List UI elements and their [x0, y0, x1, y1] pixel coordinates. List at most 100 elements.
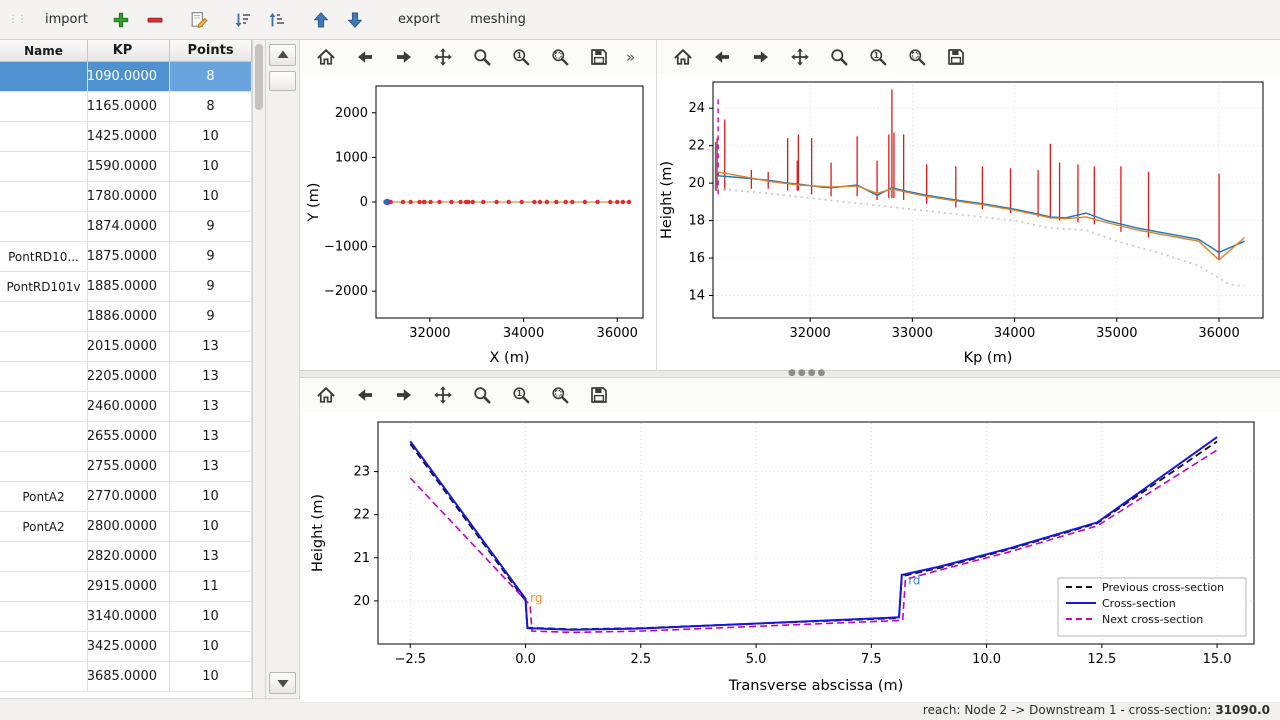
home-button[interactable] [312, 381, 340, 409]
table-cell: 10 [170, 182, 252, 211]
scroll-thumb[interactable] [269, 71, 296, 91]
zoom-button[interactable] [468, 43, 496, 71]
table-cell [0, 332, 88, 361]
zoom-button[interactable] [825, 43, 853, 71]
home-icon [673, 47, 693, 67]
pan-button[interactable] [429, 381, 457, 409]
save-button[interactable] [942, 43, 970, 71]
zoom-original-button[interactable]: 1 [507, 43, 535, 71]
table-row[interactable]: 32015.000013 [0, 332, 252, 362]
remove-button[interactable] [141, 6, 169, 34]
svg-text:1: 1 [874, 51, 879, 60]
x-axis-label: Kp (m) [964, 350, 1013, 366]
zoom-selection-button[interactable] [546, 43, 574, 71]
home-button[interactable] [669, 43, 697, 71]
cross-section-plot[interactable]: rgrd−2.50.02.55.07.510.012.515.020212223… [300, 412, 1280, 702]
svg-text:10.0: 10.0 [972, 652, 1001, 667]
cross-section-positions [408, 200, 412, 204]
table-cell: 13 [170, 362, 252, 391]
meshing-button[interactable]: meshing [459, 6, 537, 33]
move-up-button[interactable] [307, 6, 335, 34]
table-scrollbar[interactable] [252, 40, 266, 698]
svg-text:14: 14 [688, 289, 705, 304]
column-header-kp[interactable]: KP [88, 40, 170, 61]
home-button[interactable] [312, 43, 340, 71]
table-cell [0, 182, 88, 211]
cross-section-positions [494, 200, 498, 204]
table-cell [0, 422, 88, 451]
table-row[interactable]: 31590.000010 [0, 152, 252, 182]
scroll-down-button[interactable] [269, 672, 296, 694]
add-button[interactable] [107, 6, 135, 34]
table-row[interactable]: 31780.000010 [0, 182, 252, 212]
save-button[interactable] [585, 43, 613, 71]
cross-section-positions [554, 200, 558, 204]
zoom-original-button[interactable]: 1 [864, 43, 892, 71]
table-cell: 32770.0000 [88, 482, 170, 511]
back-button[interactable] [708, 43, 736, 71]
table-row[interactable]: 31425.000010 [0, 122, 252, 152]
zoom-selection-button[interactable] [546, 381, 574, 409]
toolbar-overflow-chevron[interactable]: » [626, 48, 635, 66]
column-header-name[interactable]: Name [0, 40, 88, 61]
edit-button[interactable] [185, 6, 213, 34]
table-row[interactable]: PontA232770.000010 [0, 482, 252, 512]
back-button[interactable] [351, 43, 379, 71]
table-header: NameKPPoints [0, 40, 252, 62]
table-cell: 13 [170, 332, 252, 361]
import-button[interactable]: import [34, 6, 99, 33]
table-row[interactable]: 32915.000011 [0, 572, 252, 602]
table-row[interactable]: 32820.000013 [0, 542, 252, 572]
home-icon [316, 47, 336, 67]
forward-button[interactable] [390, 43, 418, 71]
zoom-icon [472, 47, 492, 67]
table-row[interactable]: 31874.00009 [0, 212, 252, 242]
column-header-points[interactable]: Points [170, 40, 252, 61]
svg-text:5.0: 5.0 [746, 652, 767, 667]
sort-ascending-button[interactable] [263, 6, 291, 34]
svg-text:32000: 32000 [789, 326, 830, 341]
export-button[interactable]: export [387, 6, 451, 33]
table-row[interactable]: 33140.000010 [0, 602, 252, 632]
horizontal-splitter[interactable]: ●●●● [300, 370, 1280, 378]
cross-section-table[interactable]: NameKPPoints31090.0000831165.0000831425.… [0, 40, 252, 698]
zoom-icon [472, 385, 492, 405]
table-row[interactable]: 32460.000013 [0, 392, 252, 422]
zoom-original-button[interactable]: 1 [507, 381, 535, 409]
splitter-grip[interactable]: ●●●● [788, 368, 827, 378]
table-row[interactable]: 33425.000010 [0, 632, 252, 662]
zoom-button[interactable] [468, 381, 496, 409]
forward-button[interactable] [390, 381, 418, 409]
forward-button[interactable] [747, 43, 775, 71]
table-row[interactable]: 32205.000013 [0, 362, 252, 392]
save-button[interactable] [585, 381, 613, 409]
table-row[interactable]: PontRD10...31875.00009 [0, 242, 252, 272]
table-row[interactable]: 32655.000013 [0, 422, 252, 452]
table-row[interactable]: PontA232800.000010 [0, 512, 252, 542]
table-row[interactable]: 31165.00008 [0, 92, 252, 122]
longitudinal-profile-plot[interactable]: 3200033000340003500036000141618202224Kp … [657, 74, 1280, 374]
table-scrollbar-thumb[interactable] [255, 44, 263, 110]
toolbar-grip[interactable]: ⋮⋮ [8, 14, 26, 25]
move-down-button[interactable] [341, 6, 369, 34]
y-axis-label: Y (m) [306, 183, 322, 223]
save-icon [589, 47, 609, 67]
table-row[interactable]: PontRD101v31885.00009 [0, 272, 252, 302]
cross-section-plot-toolbar: 1 [300, 378, 1280, 412]
scroll-up-button[interactable] [269, 44, 296, 66]
pan-button[interactable] [429, 43, 457, 71]
table-cell: 31874.0000 [88, 212, 170, 241]
cross-section-positions [519, 200, 523, 204]
table-row[interactable]: 32755.000013 [0, 452, 252, 482]
pan-button[interactable] [786, 43, 814, 71]
table-row[interactable]: 31886.00009 [0, 302, 252, 332]
zoom-selection-button[interactable] [903, 43, 931, 71]
table-row[interactable]: 31090.00008 [0, 62, 252, 92]
trajectory-plot[interactable]: 320003400036000−2000−1000010002000X (m)Y… [300, 74, 656, 374]
table-cell [0, 542, 88, 571]
sort-descending-button[interactable] [229, 6, 257, 34]
back-button[interactable] [351, 381, 379, 409]
svg-text:12.5: 12.5 [1087, 652, 1116, 667]
svg-text:−1000: −1000 [324, 240, 368, 255]
table-row[interactable]: 33685.000010 [0, 662, 252, 692]
